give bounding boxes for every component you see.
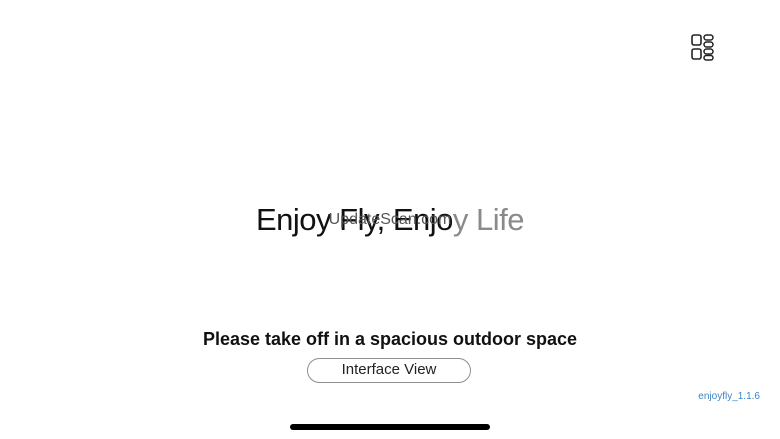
update-scan-overlay-text: UpdateScan.com (328, 211, 452, 228)
interface-view-button[interactable]: Interface View (307, 358, 471, 383)
home-indicator[interactable] (290, 424, 490, 430)
app-screen: Enjoy Fly, Enjoy Life UpdateScan.com Ple… (0, 0, 780, 439)
grid-list-icon (691, 34, 714, 61)
version-label: enjoyfly_1.1.6 (698, 391, 760, 402)
menu-button[interactable] (688, 31, 718, 65)
takeoff-notice: Please take off in a spacious outdoor sp… (202, 329, 578, 349)
